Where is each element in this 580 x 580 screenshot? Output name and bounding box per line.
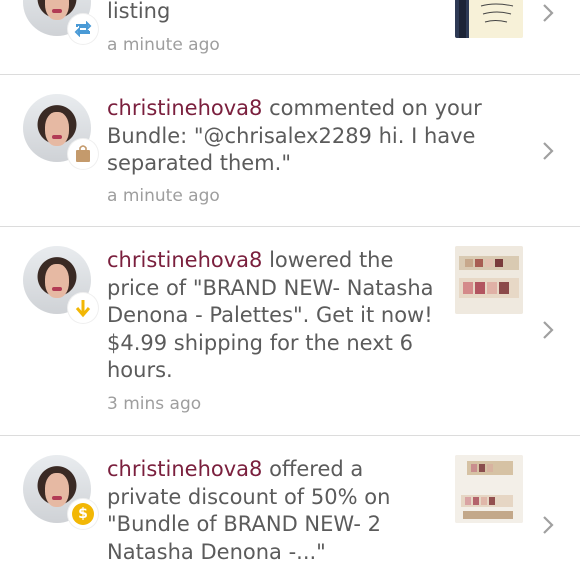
notification-item[interactable]: christinehova8 lowered the price of "BRA… [0, 227, 580, 435]
chevron-right-icon[interactable] [541, 141, 555, 161]
price-drop-badge [68, 293, 98, 323]
username-link[interactable]: christinehova8 [107, 248, 262, 272]
listing-thumbnail-image [455, 455, 523, 523]
arrow-down-icon [75, 300, 91, 318]
listing-thumbnail-image [455, 0, 523, 38]
notification-time: a minute ago [107, 186, 220, 206]
notification-message: listing [107, 0, 171, 23]
dollar-icon: $ [72, 503, 94, 525]
notification-time: 3 mins ago [107, 394, 202, 414]
notification-text: christinehova8 lowered the price of "BRA… [107, 247, 445, 385]
listing-thumbnail-image [455, 246, 523, 314]
listing-thumbnail[interactable] [455, 246, 523, 314]
notification-text: christinehova8 offered a private discoun… [107, 456, 443, 566]
username-link[interactable]: christinehova8 [107, 457, 262, 481]
discount-badge: $ [68, 499, 98, 529]
shopping-bag-badge [68, 139, 98, 169]
chevron-right-icon[interactable] [541, 3, 555, 23]
notification-text: listing [107, 0, 170, 26]
chevron-right-icon[interactable] [541, 320, 555, 340]
username-link[interactable]: christinehova8 [107, 96, 262, 120]
listing-thumbnail[interactable] [455, 0, 523, 38]
notification-item[interactable]: listing a minute ago [0, 0, 580, 74]
notification-item[interactable]: christinehova8 commented on your Bundle:… [0, 75, 580, 226]
shopping-bag-icon [76, 145, 90, 162]
notification-item[interactable]: $ christinehova8 offered a private disco… [0, 436, 580, 580]
chevron-right-icon[interactable] [541, 515, 555, 535]
repost-badge [68, 14, 98, 44]
listing-thumbnail[interactable] [455, 455, 523, 523]
repost-icon [74, 21, 92, 37]
notification-time: a minute ago [107, 35, 220, 55]
notification-text: christinehova8 commented on your Bundle:… [107, 95, 497, 178]
